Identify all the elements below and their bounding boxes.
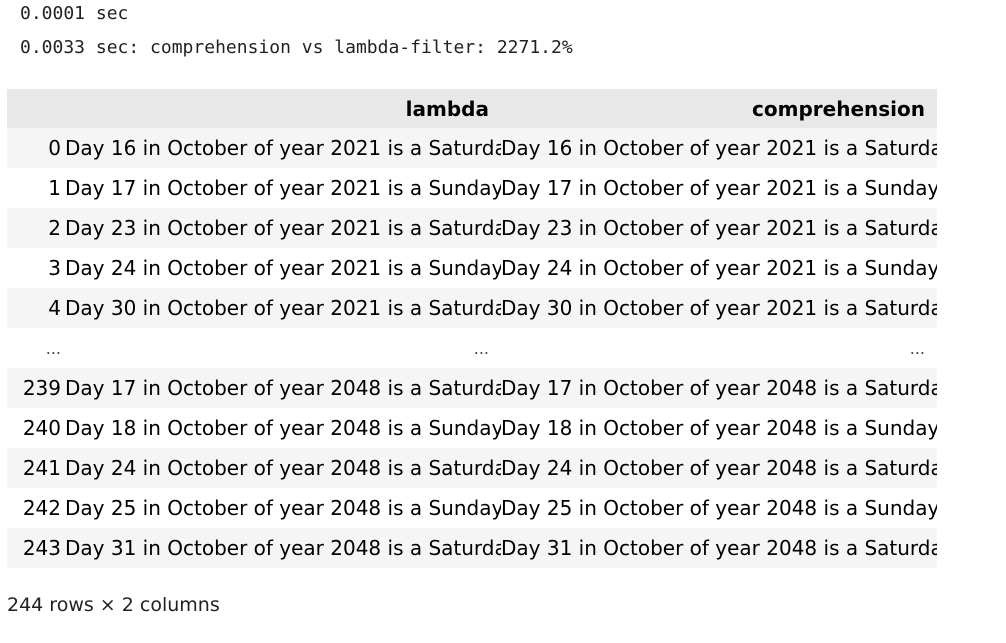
lambda-cell: Day 18 in October of year 2048 is a Sund… (65, 408, 501, 448)
row-index: 4 (7, 288, 65, 328)
lambda-cell: Day 24 in October of year 2021 is a Sund… (65, 248, 501, 288)
comprehension-cell: Day 24 in October of year 2021 is a Sund… (501, 248, 937, 288)
table-header-row: lambda comprehension (7, 89, 937, 128)
lambda-cell: Day 16 in October of year 2021 is a Satu… (65, 128, 501, 168)
comprehension-cell: Day 30 in October of year 2021 is a Satu… (501, 288, 937, 328)
row-index: 0 (7, 128, 65, 168)
comprehension-cell: Day 25 in October of year 2048 is a Sund… (501, 488, 937, 528)
row-index: 243 (7, 528, 65, 568)
table-row: 0 Day 16 in October of year 2021 is a Sa… (7, 128, 937, 168)
table-row: 4 Day 30 in October of year 2021 is a Sa… (7, 288, 937, 328)
lambda-cell: Day 24 in October of year 2048 is a Satu… (65, 448, 501, 488)
lambda-cell: ... (65, 328, 501, 368)
row-index: 239 (7, 368, 65, 408)
comprehension-cell: Day 23 in October of year 2021 is a Satu… (501, 208, 937, 248)
table-row: 240 Day 18 in October of year 2048 is a … (7, 408, 937, 448)
table-row: 243 Day 31 in October of year 2048 is a … (7, 528, 937, 568)
row-index: 242 (7, 488, 65, 528)
table-row: 3 Day 24 in October of year 2021 is a Su… (7, 248, 937, 288)
dataframe-table: lambda comprehension 0 Day 16 in October… (7, 89, 937, 568)
row-index: 240 (7, 408, 65, 448)
lambda-cell: Day 17 in October of year 2048 is a Satu… (65, 368, 501, 408)
comprehension-cell: Day 24 in October of year 2048 is a Satu… (501, 448, 937, 488)
row-index: 3 (7, 248, 65, 288)
comparison-output-line: 0.0033 sec: comprehension vs lambda-filt… (20, 37, 573, 58)
comprehension-cell: Day 17 in October of year 2021 is a Sund… (501, 168, 937, 208)
table-row: 239 Day 17 in October of year 2048 is a … (7, 368, 937, 408)
row-index: ... (7, 328, 65, 368)
table-row: 1 Day 17 in October of year 2021 is a Su… (7, 168, 937, 208)
index-header (7, 89, 65, 128)
row-index: 241 (7, 448, 65, 488)
row-index: 1 (7, 168, 65, 208)
row-index: 2 (7, 208, 65, 248)
column-header-lambda: lambda (65, 89, 501, 128)
table-row: 2 Day 23 in October of year 2021 is a Sa… (7, 208, 937, 248)
comprehension-cell: Day 17 in October of year 2048 is a Satu… (501, 368, 937, 408)
lambda-cell: Day 30 in October of year 2021 is a Satu… (65, 288, 501, 328)
timing-output-line: 0.0001 sec (20, 3, 129, 24)
lambda-cell: Day 25 in October of year 2048 is a Sund… (65, 488, 501, 528)
lambda-cell: Day 17 in October of year 2021 is a Sund… (65, 168, 501, 208)
column-header-comprehension: comprehension (501, 89, 937, 128)
comprehension-cell: Day 18 in October of year 2048 is a Sund… (501, 408, 937, 448)
comprehension-cell: Day 16 in October of year 2021 is a Satu… (501, 128, 937, 168)
comprehension-cell: ... (501, 328, 937, 368)
comprehension-cell: Day 31 in October of year 2048 is a Satu… (501, 528, 937, 568)
table-row: 242 Day 25 in October of year 2048 is a … (7, 488, 937, 528)
lambda-cell: Day 31 in October of year 2048 is a Satu… (65, 528, 501, 568)
table-row: 241 Day 24 in October of year 2048 is a … (7, 448, 937, 488)
table-shape-caption: 244 rows × 2 columns (7, 594, 220, 616)
ellipsis-row: ... ... ... (7, 328, 937, 368)
lambda-cell: Day 23 in October of year 2021 is a Satu… (65, 208, 501, 248)
